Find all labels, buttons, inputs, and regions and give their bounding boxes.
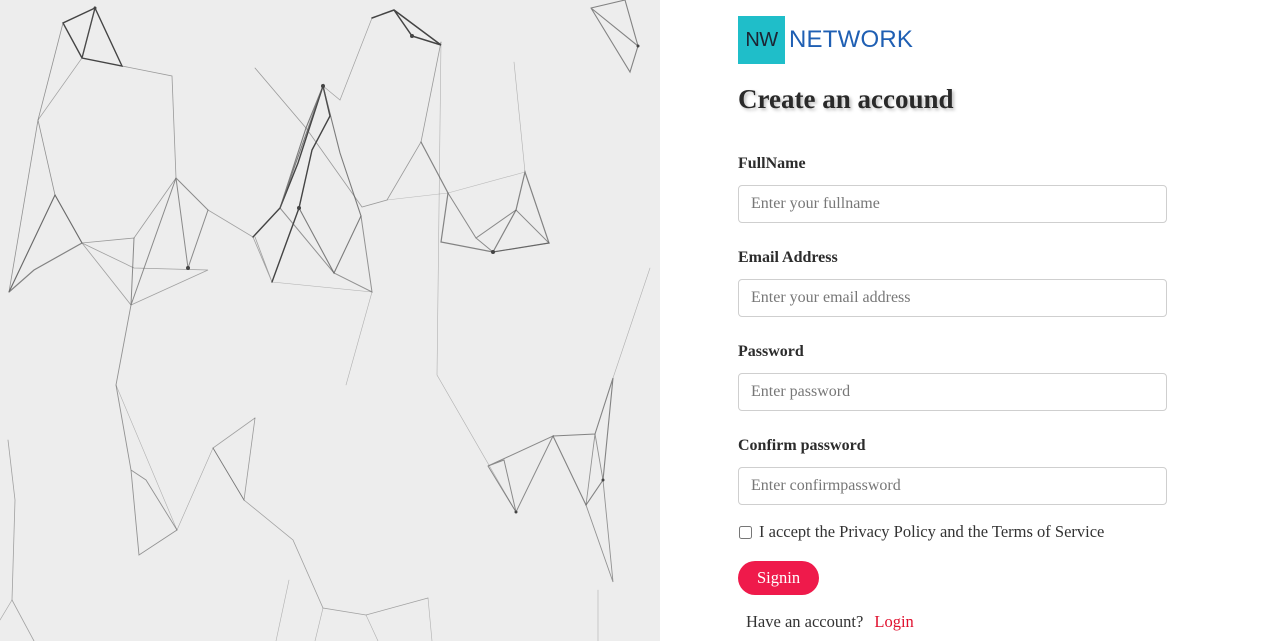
- network-graph-illustration: [0, 0, 651, 641]
- signup-page: NW NETWORK Create an accound FullName Em…: [0, 0, 1275, 641]
- terms-row: I accept the Privacy Policy and the Term…: [738, 522, 1104, 542]
- network-illustration-panel: [0, 0, 660, 641]
- confirm-password-label: Confirm password: [738, 437, 866, 454]
- brand-logo-mark: NW: [738, 16, 785, 64]
- brand-name: NETWORK: [789, 26, 914, 53]
- login-link[interactable]: Login: [874, 612, 913, 631]
- password-label: Password: [738, 343, 804, 360]
- page-title: Create an accound: [738, 84, 954, 114]
- email-label: Email Address: [738, 249, 838, 266]
- confirm-password-input[interactable]: [738, 467, 1167, 505]
- terms-label[interactable]: I accept the Privacy Policy and the Term…: [759, 522, 1104, 542]
- email-input[interactable]: [738, 279, 1167, 317]
- signup-form-panel: NW NETWORK Create an accound FullName Em…: [660, 0, 1275, 641]
- account-prompt-text: Have an account?: [746, 612, 864, 631]
- terms-checkbox[interactable]: [739, 525, 752, 539]
- brand-logo[interactable]: NW NETWORK: [738, 16, 913, 64]
- password-input[interactable]: [738, 373, 1167, 411]
- fullname-input[interactable]: [738, 185, 1167, 223]
- fullname-label: FullName: [738, 155, 806, 172]
- signin-button[interactable]: Signin: [738, 561, 820, 595]
- login-prompt: Have an account? Login: [746, 612, 914, 632]
